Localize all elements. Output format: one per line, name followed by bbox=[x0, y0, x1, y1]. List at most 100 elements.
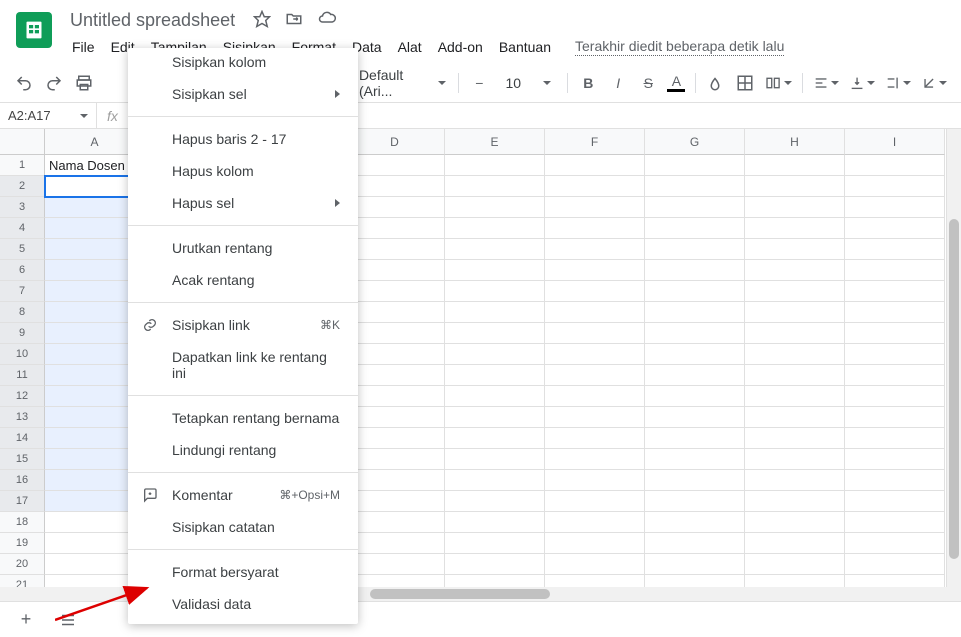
star-icon[interactable] bbox=[251, 8, 273, 33]
cell-E18[interactable] bbox=[445, 512, 545, 533]
cell-G20[interactable] bbox=[645, 554, 745, 575]
cell-E9[interactable] bbox=[445, 323, 545, 344]
cell-G1[interactable] bbox=[645, 155, 745, 176]
cell-H15[interactable] bbox=[745, 449, 845, 470]
row-header-4[interactable]: 4 bbox=[0, 218, 45, 239]
cell-G5[interactable] bbox=[645, 239, 745, 260]
scrollbar-thumb[interactable] bbox=[370, 589, 550, 599]
cell-D2[interactable] bbox=[345, 176, 445, 197]
cell-G17[interactable] bbox=[645, 491, 745, 512]
cell-G6[interactable] bbox=[645, 260, 745, 281]
cell-G7[interactable] bbox=[645, 281, 745, 302]
row-header-19[interactable]: 19 bbox=[0, 533, 45, 554]
cell-D18[interactable] bbox=[345, 512, 445, 533]
row-header-13[interactable]: 13 bbox=[0, 407, 45, 428]
context-menu-item[interactable]: Sisipkan kolom bbox=[128, 52, 358, 78]
cell-I7[interactable] bbox=[845, 281, 945, 302]
cell-D4[interactable] bbox=[345, 218, 445, 239]
font-size-select[interactable]: 10 bbox=[495, 73, 531, 93]
menubar-file[interactable]: File bbox=[64, 35, 103, 59]
font-size-decrease[interactable]: − bbox=[465, 69, 493, 97]
cell-D19[interactable] bbox=[345, 533, 445, 554]
row-header-5[interactable]: 5 bbox=[0, 239, 45, 260]
row-header-20[interactable]: 20 bbox=[0, 554, 45, 575]
cell-E13[interactable] bbox=[445, 407, 545, 428]
cell-H20[interactable] bbox=[745, 554, 845, 575]
cell-E20[interactable] bbox=[445, 554, 545, 575]
cell-E10[interactable] bbox=[445, 344, 545, 365]
cell-I1[interactable] bbox=[845, 155, 945, 176]
text-rotation-button[interactable] bbox=[917, 69, 951, 97]
cell-G12[interactable] bbox=[645, 386, 745, 407]
cell-D7[interactable] bbox=[345, 281, 445, 302]
cell-G19[interactable] bbox=[645, 533, 745, 554]
cell-G2[interactable] bbox=[645, 176, 745, 197]
cell-I14[interactable] bbox=[845, 428, 945, 449]
cell-F17[interactable] bbox=[545, 491, 645, 512]
cell-F10[interactable] bbox=[545, 344, 645, 365]
cell-D10[interactable] bbox=[345, 344, 445, 365]
all-sheets-button[interactable] bbox=[52, 606, 84, 634]
vertical-scrollbar[interactable] bbox=[946, 129, 961, 587]
cell-F8[interactable] bbox=[545, 302, 645, 323]
cell-E11[interactable] bbox=[445, 365, 545, 386]
cell-E17[interactable] bbox=[445, 491, 545, 512]
cell-E6[interactable] bbox=[445, 260, 545, 281]
row-header-15[interactable]: 15 bbox=[0, 449, 45, 470]
cell-I16[interactable] bbox=[845, 470, 945, 491]
cell-I12[interactable] bbox=[845, 386, 945, 407]
borders-button[interactable] bbox=[731, 69, 759, 97]
row-header-1[interactable]: 1 bbox=[0, 155, 45, 176]
cell-H2[interactable] bbox=[745, 176, 845, 197]
font-family-select[interactable]: Default (Ari... bbox=[353, 65, 452, 101]
cell-D6[interactable] bbox=[345, 260, 445, 281]
cell-D3[interactable] bbox=[345, 197, 445, 218]
cell-H6[interactable] bbox=[745, 260, 845, 281]
cell-H14[interactable] bbox=[745, 428, 845, 449]
cell-E1[interactable] bbox=[445, 155, 545, 176]
cell-H13[interactable] bbox=[745, 407, 845, 428]
cell-F6[interactable] bbox=[545, 260, 645, 281]
undo-button[interactable] bbox=[10, 69, 38, 97]
context-menu-item[interactable]: Dapatkan link ke rentang ini bbox=[128, 341, 358, 389]
cell-F9[interactable] bbox=[545, 323, 645, 344]
cell-D8[interactable] bbox=[345, 302, 445, 323]
cell-F18[interactable] bbox=[545, 512, 645, 533]
cell-H16[interactable] bbox=[745, 470, 845, 491]
menubar-alat[interactable]: Alat bbox=[390, 35, 430, 59]
cell-H3[interactable] bbox=[745, 197, 845, 218]
context-menu-item[interactable]: Hapus kolom bbox=[128, 155, 358, 187]
cell-I20[interactable] bbox=[845, 554, 945, 575]
cell-I3[interactable] bbox=[845, 197, 945, 218]
sheets-logo[interactable] bbox=[16, 12, 52, 48]
cell-E5[interactable] bbox=[445, 239, 545, 260]
cell-D9[interactable] bbox=[345, 323, 445, 344]
row-header-3[interactable]: 3 bbox=[0, 197, 45, 218]
context-menu-item[interactable]: Format bersyarat bbox=[128, 556, 358, 588]
add-sheet-button[interactable]: + bbox=[10, 606, 42, 634]
column-header-E[interactable]: E bbox=[445, 129, 545, 155]
cell-H5[interactable] bbox=[745, 239, 845, 260]
cell-F14[interactable] bbox=[545, 428, 645, 449]
cell-D12[interactable] bbox=[345, 386, 445, 407]
cell-D21[interactable] bbox=[345, 575, 445, 587]
cell-G16[interactable] bbox=[645, 470, 745, 491]
vertical-align-button[interactable] bbox=[845, 69, 879, 97]
cell-I21[interactable] bbox=[845, 575, 945, 587]
select-all-corner[interactable] bbox=[0, 129, 45, 155]
text-color-button[interactable]: A bbox=[664, 73, 688, 92]
cell-H8[interactable] bbox=[745, 302, 845, 323]
cell-D16[interactable] bbox=[345, 470, 445, 491]
row-header-21[interactable]: 21 bbox=[0, 575, 45, 587]
cell-E14[interactable] bbox=[445, 428, 545, 449]
last-edit-link[interactable]: Terakhir diedit beberapa detik lalu bbox=[575, 38, 784, 56]
cell-G3[interactable] bbox=[645, 197, 745, 218]
horizontal-align-button[interactable] bbox=[809, 69, 843, 97]
italic-button[interactable]: I bbox=[604, 69, 632, 97]
context-menu-item[interactable]: Hapus baris 2 - 17 bbox=[128, 123, 358, 155]
cell-I10[interactable] bbox=[845, 344, 945, 365]
cell-I18[interactable] bbox=[845, 512, 945, 533]
column-header-F[interactable]: F bbox=[545, 129, 645, 155]
row-header-10[interactable]: 10 bbox=[0, 344, 45, 365]
cell-D1[interactable] bbox=[345, 155, 445, 176]
